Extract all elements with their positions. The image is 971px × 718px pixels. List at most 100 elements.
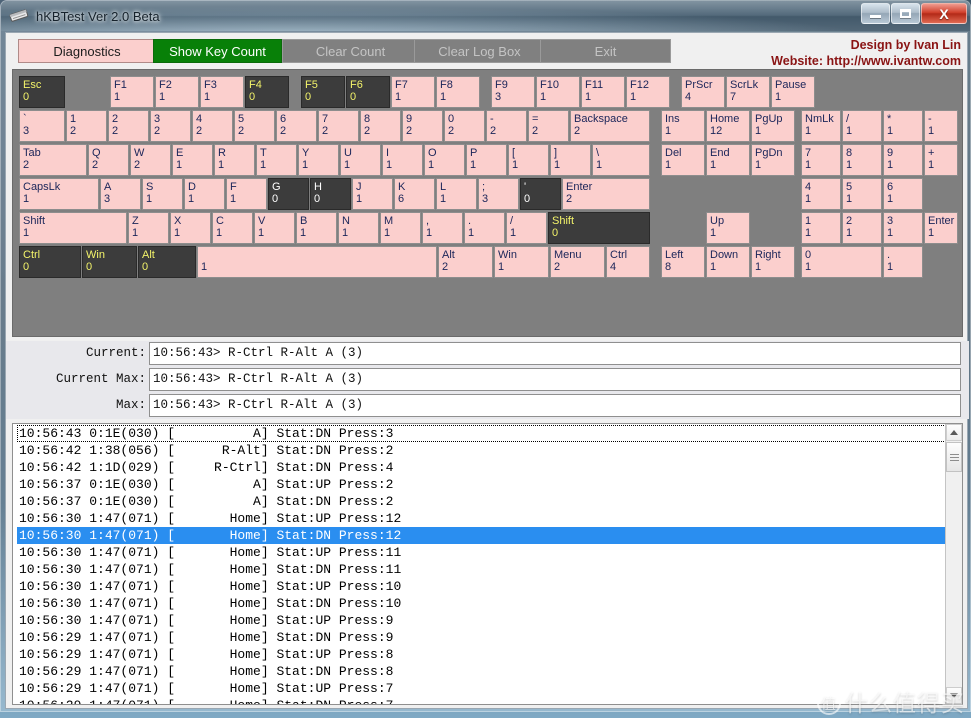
key-ctrl-r5c0[interactable]: Ctrl 0 (19, 246, 81, 278)
key-w-r2c2[interactable]: W2 (130, 144, 171, 176)
log-line[interactable]: 10:56:30 1:47(071) [ Home] Stat:DN Press… (17, 595, 946, 612)
key-slash-r4c10[interactable]: /1 (506, 212, 547, 244)
key-prscr-r0c13[interactable]: PrScr 4 (681, 76, 725, 108)
key-5-r3c14[interactable]: 51 (842, 178, 882, 210)
log-line[interactable]: 10:56:29 1:47(071) [ Home] Stat:DN Press… (17, 663, 946, 680)
key-o-r2c9[interactable]: O1 (424, 144, 465, 176)
key-m-r4c7[interactable]: M1 (380, 212, 421, 244)
key-v-r4c4[interactable]: V1 (254, 212, 295, 244)
key-period-r4c9[interactable]: .1 (464, 212, 505, 244)
key-g-r3c5[interactable]: G0 (268, 178, 309, 210)
key-5-r1c5[interactable]: 52 (234, 110, 275, 142)
key-quote-r3c11[interactable]: ' 0 (520, 178, 561, 210)
key-comma-r4c8[interactable]: ,1 (422, 212, 463, 244)
key-up-r4c12[interactable]: Up 1 (706, 212, 750, 244)
log-line[interactable]: 10:56:29 1:47(071) [ Home] Stat:UP Press… (17, 646, 946, 663)
key-enter-r3c12[interactable]: Enter 2 (562, 178, 650, 210)
key-slash-r1c18[interactable]: /1 (842, 110, 882, 142)
key-enter-r4c16[interactable]: Enter 1 (924, 212, 958, 244)
key-j-r3c7[interactable]: J1 (352, 178, 393, 210)
key-pgup-r1c16[interactable]: PgUp 1 (751, 110, 795, 142)
key-4-r3c13[interactable]: 41 (801, 178, 841, 210)
key-f8-r0c8[interactable]: F8 1 (436, 76, 480, 108)
key-b-r4c5[interactable]: B1 (296, 212, 337, 244)
key-a-r3c1[interactable]: A3 (100, 178, 141, 210)
close-button[interactable]: X (921, 3, 967, 24)
key-down-r5c9[interactable]: Down 1 (706, 246, 750, 278)
key-f2-r0c2[interactable]: F2 1 (155, 76, 199, 108)
key-win-r5c1[interactable]: Win 0 (82, 246, 137, 278)
key-tab-r2c0[interactable]: Tab 2 (19, 144, 87, 176)
key-d-r3c3[interactable]: D1 (184, 178, 225, 210)
key-p-r2c10[interactable]: P1 (466, 144, 507, 176)
key-esc-r0c0[interactable]: Esc 0 (19, 76, 65, 108)
key-home-r1c15[interactable]: Home 12 (706, 110, 750, 142)
key-i-r2c8[interactable]: I1 (382, 144, 423, 176)
scroll-down-button[interactable] (946, 687, 962, 704)
key-f4-r0c4[interactable]: F4 0 (245, 76, 289, 108)
key-shift-r4c0[interactable]: Shift 1 (19, 212, 127, 244)
key-h-r3c6[interactable]: H0 (310, 178, 351, 210)
key-7-r1c7[interactable]: 72 (318, 110, 359, 142)
key-nmlk-r1c17[interactable]: NmLk 1 (801, 110, 841, 142)
log-line[interactable]: 10:56:42 1:38(056) [ R-Alt] Stat:DN Pres… (17, 442, 946, 459)
key-0-r1c10[interactable]: 02 (444, 110, 485, 142)
key-8-r1c8[interactable]: 82 (360, 110, 401, 142)
log-list[interactable]: 10:56:43 0:1E(030) [ A] Stat:DN Press:3 1… (13, 424, 946, 704)
key-right-r5c10[interactable]: Right 1 (751, 246, 795, 278)
key-u-r2c7[interactable]: U1 (340, 144, 381, 176)
key-minus-r1c11[interactable]: -2 (486, 110, 527, 142)
key-z-r4c1[interactable]: Z1 (128, 212, 169, 244)
key-alt-r5c2[interactable]: Alt 0 (138, 246, 196, 278)
key-6-r3c15[interactable]: 61 (883, 178, 923, 210)
key-k-r3c8[interactable]: K6 (394, 178, 435, 210)
log-line[interactable]: 10:56:43 0:1E(030) [ A] Stat:DN Press:3 (17, 425, 946, 442)
key-f10-r0c10[interactable]: F10 1 (536, 76, 580, 108)
log-line[interactable]: 10:56:30 1:47(071) [ Home] Stat:UP Press… (17, 544, 946, 561)
key-alt-r5c4[interactable]: Alt 2 (438, 246, 493, 278)
log-line[interactable]: 10:56:42 1:1D(029) [ R-Ctrl] Stat:DN Pre… (17, 459, 946, 476)
key-backtick-r1c0[interactable]: ` 3 (19, 110, 65, 142)
key-minus-r1c20[interactable]: -1 (924, 110, 958, 142)
toolbar-button-diagnostics[interactable]: Diagnostics (18, 39, 156, 63)
log-line[interactable]: 10:56:30 1:47(071) [ Home] Stat:UP Press… (17, 510, 946, 527)
key-q-r2c1[interactable]: Q2 (88, 144, 129, 176)
key-1-r4c13[interactable]: 11 (801, 212, 841, 244)
key-bracketright-r2c12[interactable]: ] 1 (550, 144, 591, 176)
key-2-r4c14[interactable]: 21 (842, 212, 882, 244)
log-scrollbar[interactable] (945, 424, 962, 704)
log-box[interactable]: 10:56:43 0:1E(030) [ A] Stat:DN Press:3 1… (12, 423, 963, 705)
log-line[interactable]: 10:56:29 1:47(071) [ Home] Stat:UP Press… (17, 680, 946, 697)
key-period-r5c12[interactable]: .1 (883, 246, 923, 278)
maximize-button[interactable] (891, 3, 920, 24)
key-f1-r0c1[interactable]: F1 1 (110, 76, 154, 108)
key-1-r1c1[interactable]: 12 (66, 110, 107, 142)
key-f7-r0c7[interactable]: F7 1 (391, 76, 435, 108)
key-9-r1c9[interactable]: 92 (402, 110, 443, 142)
key-0-r5c11[interactable]: 01 (801, 246, 882, 278)
key-f9-r0c9[interactable]: F9 3 (491, 76, 535, 108)
key-scrlk-r0c14[interactable]: ScrLk 7 (726, 76, 770, 108)
key-f3-r0c3[interactable]: F3 1 (200, 76, 244, 108)
log-line[interactable]: 10:56:37 0:1E(030) [ A] Stat:UP Press:2 (17, 476, 946, 493)
scroll-up-button[interactable] (946, 424, 962, 441)
log-line[interactable]: 10:56:29 1:47(071) [ Home] Stat:DN Press… (17, 629, 946, 646)
key-semicolon-r3c10[interactable]: ; 3 (478, 178, 519, 210)
key-6-r1c6[interactable]: 62 (276, 110, 317, 142)
key-shift-r4c11[interactable]: Shift 0 (548, 212, 650, 244)
log-line[interactable]: 10:56:30 1:47(071) [ Home] Stat:UP Press… (17, 612, 946, 629)
scrollbar-thumb[interactable] (946, 442, 962, 472)
status-value-field[interactable]: 10:56:43> R-Ctrl R-Alt A (3) (149, 342, 961, 365)
log-line[interactable]: 10:56:29 1:47(071) [ Home] Stat:DN Press… (17, 697, 946, 704)
key-space-r5c3[interactable]: 1 (197, 246, 437, 278)
minimize-button[interactable] (861, 3, 890, 24)
key-backspace-r1c13[interactable]: Backspace 2 (570, 110, 650, 142)
key-bracketleft-r2c11[interactable]: [1 (508, 144, 549, 176)
key-f12-r0c12[interactable]: F12 1 (626, 76, 670, 108)
key-backslash-r2c13[interactable]: \ 1 (592, 144, 650, 176)
key-l-r3c9[interactable]: L1 (436, 178, 477, 210)
key-plus-r2c20[interactable]: +1 (924, 144, 958, 176)
key-e-r2c3[interactable]: E1 (172, 144, 213, 176)
key-pgdn-r2c16[interactable]: PgDn 1 (751, 144, 795, 176)
key-f5-r0c5[interactable]: F5 0 (301, 76, 345, 108)
